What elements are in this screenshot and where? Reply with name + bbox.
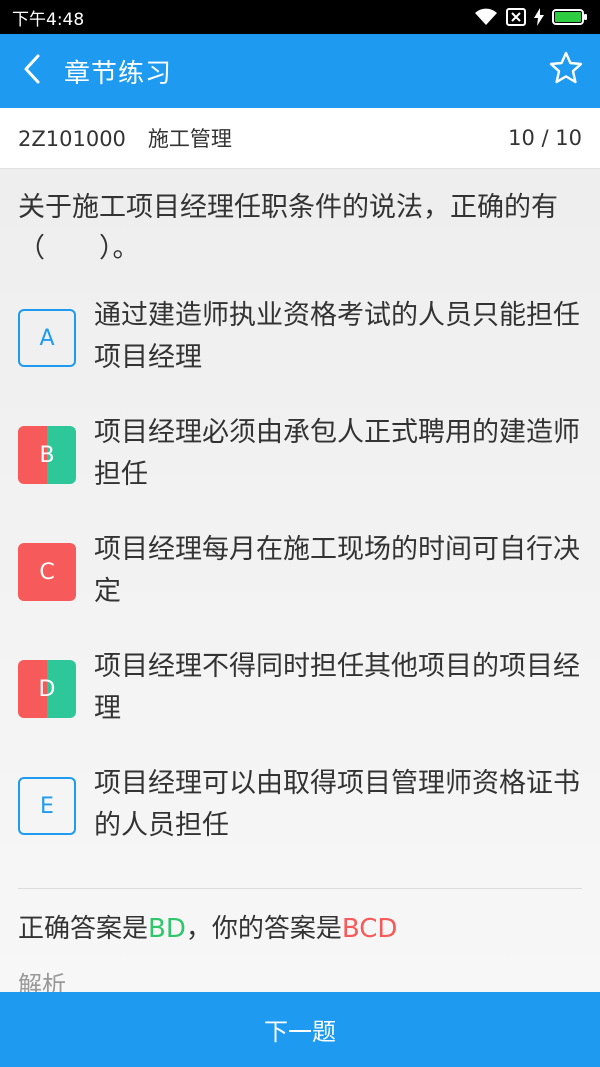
answer-prefix: 正确答案是: [18, 914, 149, 944]
chapter-info: 2Z101000 施工管理: [18, 123, 254, 153]
option-b[interactable]: B 项目经理必须由承包人正式聘用的建造师担任: [18, 412, 582, 492]
no-sim-icon: [506, 8, 526, 26]
option-d[interactable]: D 项目经理不得同时担任其他项目的项目经理: [18, 646, 582, 726]
option-d-badge: D: [18, 660, 76, 718]
option-b-badge: B: [18, 426, 76, 484]
status-time: 下午4:48: [12, 9, 85, 30]
back-button[interactable]: [0, 34, 64, 108]
correct-answer: BD: [148, 914, 186, 944]
user-answer: BCD: [341, 914, 398, 944]
app-bar: 章节练习: [0, 34, 600, 108]
page-title: 章节练习: [64, 58, 173, 89]
option-b-text: 项目经理必须由承包人正式聘用的建造师担任: [94, 417, 580, 490]
status-bar: 下午4:48: [0, 0, 600, 34]
analysis-heading: 解析: [18, 971, 66, 992]
answer-middle: ，你的答案是: [185, 914, 342, 944]
question-content: 关于施工项目经理任职条件的说法，正确的有（ ）。 A 通过建造师执业资格考试的人…: [0, 169, 600, 992]
status-icons: [474, 8, 588, 26]
option-e-badge: E: [18, 777, 76, 835]
charging-icon: [534, 8, 544, 26]
question-progress: 10 / 10: [508, 126, 582, 150]
star-icon: [548, 50, 584, 90]
divider: [18, 888, 582, 889]
option-a-badge: A: [18, 309, 76, 367]
option-a-text: 通过建造师执业资格考试的人员只能担任项目经理: [94, 300, 580, 373]
chevron-left-icon: [22, 53, 42, 89]
chapter-code: 2Z101000: [18, 127, 126, 151]
chapter-bar: 2Z101000 施工管理 10 / 10: [0, 108, 600, 169]
wifi-icon: [474, 8, 498, 26]
battery-icon: [552, 8, 588, 26]
next-question-button[interactable]: 下一题: [0, 992, 600, 1067]
question-text: 关于施工项目经理任职条件的说法，正确的有（ ）。: [18, 192, 558, 264]
chapter-name: 施工管理: [147, 127, 232, 151]
option-a[interactable]: A 通过建造师执业资格考试的人员只能担任项目经理: [18, 295, 582, 375]
option-c-badge: C: [18, 543, 76, 601]
option-c-text: 项目经理每月在施工现场的时间可自行决定: [94, 534, 580, 607]
answer-summary: 正确答案是BD，你的答案是BCD: [18, 909, 397, 949]
option-d-text: 项目经理不得同时担任其他项目的项目经理: [94, 651, 580, 724]
option-e-text: 项目经理可以由取得项目管理师资格证书的人员担任: [94, 768, 580, 841]
option-e[interactable]: E 项目经理可以由取得项目管理师资格证书的人员担任: [18, 763, 582, 843]
option-c[interactable]: C 项目经理每月在施工现场的时间可自行决定: [18, 529, 582, 609]
favorite-button[interactable]: [546, 50, 586, 90]
